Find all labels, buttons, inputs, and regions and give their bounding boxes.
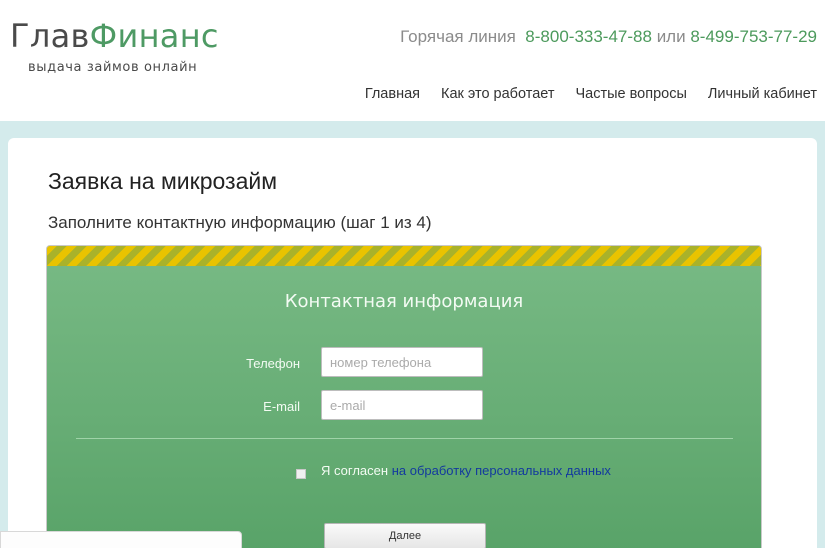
phone-label: Телефон [246, 356, 300, 371]
form-title: Контактная информация [284, 291, 524, 312]
nav-item-home[interactable]: Главная [365, 86, 420, 102]
main-nav: Главная Как это работает Частые вопросы … [365, 86, 817, 102]
page-title: Заявка на микрозайм [48, 168, 278, 194]
agree-text-block: Я согласен на обработку персональных дан… [321, 460, 611, 482]
hotline-label: Горячая линия [400, 27, 516, 46]
phone-input[interactable] [321, 347, 483, 377]
hotline: Горячая линия 8-800-333-47-88 или 8-499-… [400, 27, 817, 47]
bottom-panel-tab[interactable] [0, 531, 242, 548]
form-divider [76, 438, 733, 439]
hazard-stripe-bar [47, 246, 761, 266]
hotline-phone-2[interactable]: 8-499-753-77-29 [690, 27, 817, 46]
contact-form: Контактная информация Телефон E-mail Я с… [46, 245, 762, 548]
next-button[interactable]: Далее [324, 523, 486, 548]
nav-item-how-it-works[interactable]: Как это работает [441, 86, 554, 102]
nav-item-faq[interactable]: Частые вопросы [576, 86, 687, 102]
email-input[interactable] [321, 390, 483, 420]
agree-label: Я согласен [321, 463, 389, 478]
hotline-or: или [656, 27, 686, 46]
content-panel: Заявка на микрозайм Заполните контактную… [8, 138, 817, 548]
agree-checkbox[interactable] [296, 469, 306, 479]
nav-item-account[interactable]: Личный кабинет [708, 86, 817, 102]
page-subtitle: Заполните контактную информацию (шаг 1 и… [48, 213, 432, 232]
personal-data-link[interactable]: на обработку персональных данных [392, 463, 611, 478]
logo-text-glav: Глав [10, 17, 90, 55]
hotline-phone-1[interactable]: 8-800-333-47-88 [525, 27, 652, 46]
email-label: E-mail [263, 399, 300, 414]
logo-text-finans: Финанс [89, 17, 219, 55]
site-logo[interactable]: ГлавФинанс [10, 16, 219, 56]
site-tagline: выдача займов онлайн [28, 60, 198, 75]
site-header: ГлавФинанс выдача займов онлайн Горячая … [0, 0, 825, 121]
